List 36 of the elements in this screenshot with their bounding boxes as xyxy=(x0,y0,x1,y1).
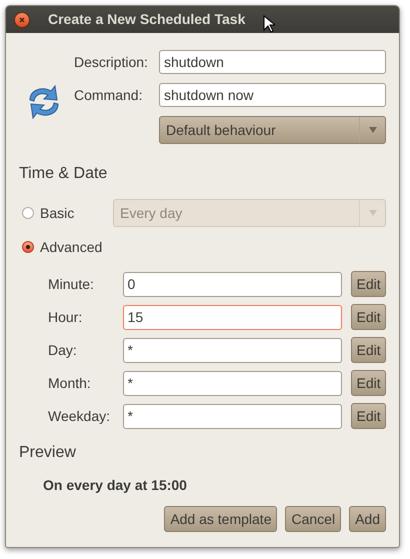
dropdown-arrow-icon xyxy=(368,126,378,134)
field-label: Description: xyxy=(74,52,149,72)
edit-button[interactable]: Edit xyxy=(351,403,386,429)
field-label: Hour: xyxy=(47,308,84,326)
radio-label: Basic xyxy=(40,204,76,222)
dialog-button[interactable]: Cancel xyxy=(285,506,342,532)
text-field[interactable]: shutdown now xyxy=(159,83,386,107)
edit-button[interactable]: Edit xyxy=(351,370,386,396)
field-label: Day: xyxy=(47,340,78,360)
edit-button[interactable]: Edit xyxy=(351,271,386,297)
text-field[interactable]: * xyxy=(122,370,342,396)
text-field[interactable]: 15 xyxy=(122,304,342,330)
radio-button[interactable] xyxy=(22,241,34,253)
field-label: Minute: xyxy=(47,274,95,294)
mouse-pointer-icon xyxy=(263,14,276,32)
section-heading: Preview xyxy=(19,443,77,463)
close-button[interactable] xyxy=(14,12,30,28)
dialog-button[interactable]: Add xyxy=(349,506,386,532)
field-label: Command: xyxy=(74,86,144,104)
text-field[interactable]: 0 xyxy=(122,272,342,296)
behaviour-dropdown[interactable]: Default behaviour xyxy=(159,116,386,144)
text-field[interactable]: shutdown xyxy=(159,50,386,74)
preview-text: On every day at 15:00 xyxy=(42,476,188,495)
text-field[interactable]: * xyxy=(122,404,342,428)
edit-button[interactable]: Edit xyxy=(351,337,386,363)
edit-button[interactable]: Edit xyxy=(351,304,386,330)
close-icon xyxy=(19,16,25,22)
radio-label: Advanced xyxy=(40,238,104,256)
field-label: Month: xyxy=(47,374,92,392)
section-heading: Time & Date xyxy=(19,164,108,184)
field-label: Weekday: xyxy=(47,406,111,426)
text-field[interactable]: * xyxy=(122,338,342,362)
dialog-button[interactable]: Add as template xyxy=(164,506,278,532)
dropdown-arrow-icon xyxy=(368,209,378,217)
window-title: Create a New Scheduled Task xyxy=(48,10,246,29)
radio-button[interactable] xyxy=(22,207,34,219)
